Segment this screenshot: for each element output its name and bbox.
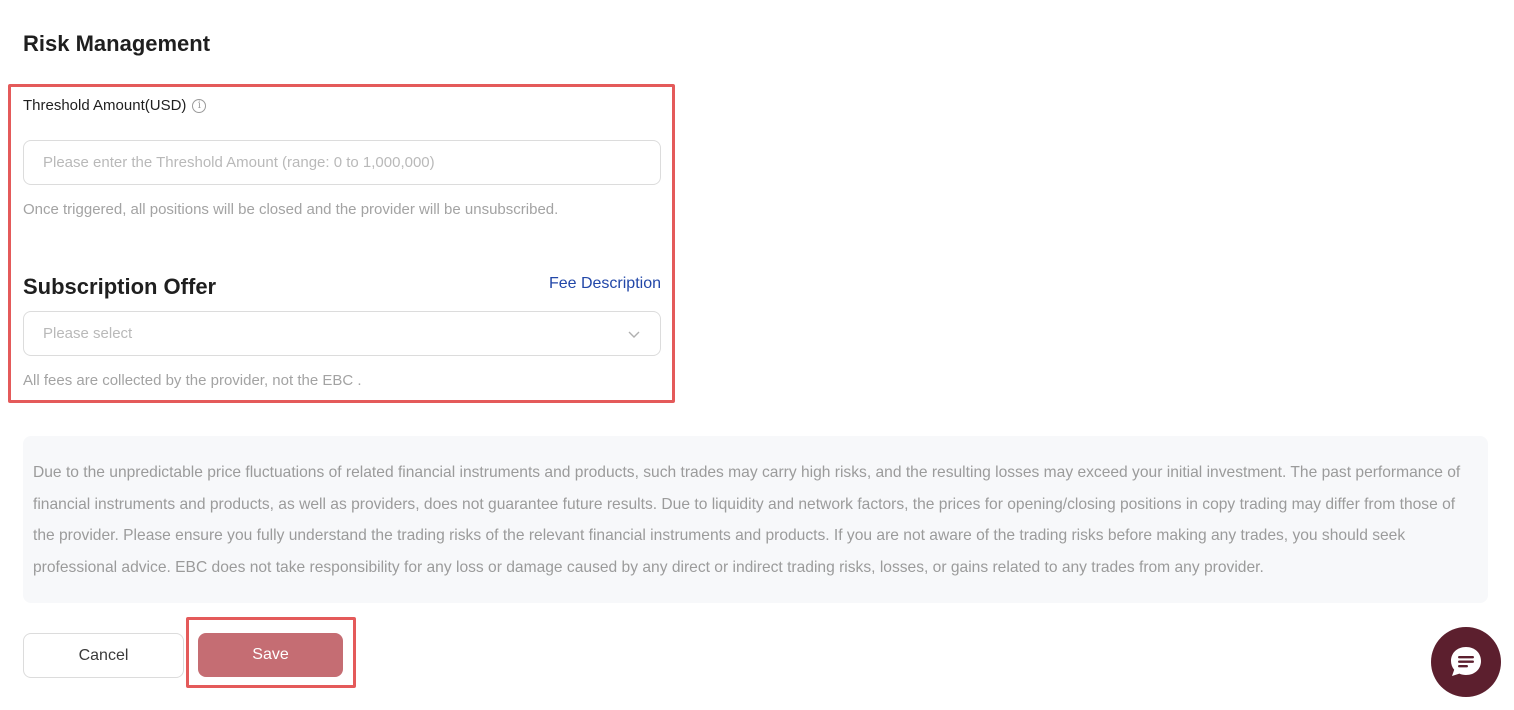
threshold-hint: Once triggered, all positions will be cl… [23, 201, 559, 218]
threshold-label: Threshold Amount(USD) i [23, 97, 207, 114]
info-circle-icon[interactable]: i [192, 98, 207, 113]
select-placeholder: Please select [43, 325, 133, 342]
chat-button[interactable] [1431, 627, 1501, 697]
subscription-offer-select[interactable]: Please select [23, 311, 661, 356]
subscription-hint: All fees are collected by the provider, … [23, 372, 362, 389]
threshold-label-text: Threshold Amount(USD) [23, 97, 187, 114]
chat-bubble-icon [1451, 647, 1481, 676]
subscription-offer-title: Subscription Offer [23, 274, 217, 299]
chevron-down-icon [628, 331, 640, 338]
page-title: Risk Management [23, 31, 211, 56]
save-button[interactable]: Save [198, 633, 343, 677]
risk-management-page: Risk Management Threshold Amount(USD) i … [0, 0, 1514, 710]
risk-disclaimer: Due to the unpredictable price fluctuati… [23, 436, 1488, 603]
threshold-amount-input[interactable] [23, 140, 661, 185]
fee-description-link[interactable]: Fee Description [549, 275, 661, 293]
cancel-button[interactable]: Cancel [23, 633, 184, 678]
